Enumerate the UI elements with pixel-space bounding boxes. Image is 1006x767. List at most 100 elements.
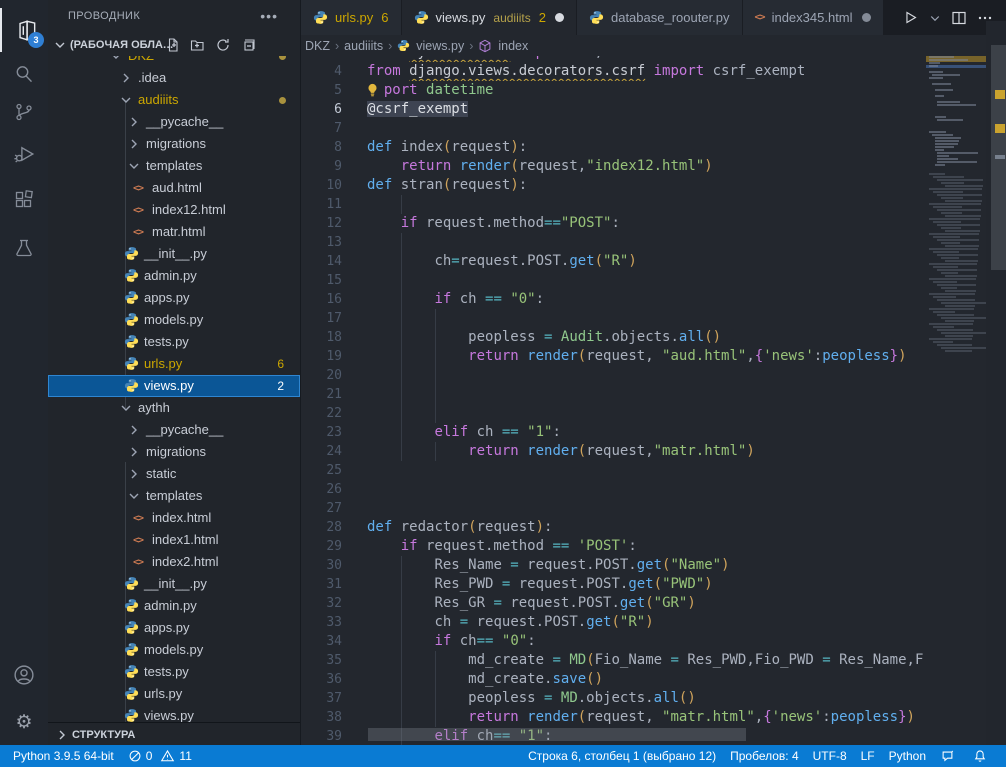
code-line-24[interactable]: 24 return render(request,"matr.html") bbox=[301, 442, 926, 461]
tree-item-__pycache__[interactable]: __pycache__ bbox=[48, 419, 300, 441]
code-line-23[interactable]: 23 elif ch == "1": bbox=[301, 423, 926, 442]
breadcrumb-item[interactable]: DKZ bbox=[305, 39, 330, 53]
tree-item-views.py[interactable]: views.py bbox=[48, 705, 300, 722]
python-interpreter-status[interactable]: Python 3.9.5 64-bit bbox=[6, 745, 121, 767]
settings-gear-icon[interactable]: ⚙ bbox=[0, 700, 48, 744]
code-line-31[interactable]: 31 Res_PWD = request.POST.get("PWD") bbox=[301, 575, 926, 594]
encoding-status[interactable]: UTF-8 bbox=[806, 745, 854, 767]
explorer-more-icon[interactable]: ••• bbox=[260, 8, 278, 24]
code-line-28[interactable]: 28def redactor(request): bbox=[301, 518, 926, 537]
tree-item-index1.html[interactable]: <>index1.html bbox=[48, 529, 300, 551]
code-line-17[interactable]: 17 bbox=[301, 309, 926, 328]
code-line-37[interactable]: 37 peopless = MD.objects.all() bbox=[301, 689, 926, 708]
code-line-19[interactable]: 19 return render(request, "aud.html",{'n… bbox=[301, 347, 926, 366]
code-line-11[interactable]: 11 bbox=[301, 195, 926, 214]
tree-item-tests.py[interactable]: tests.py bbox=[48, 331, 300, 353]
refresh-icon[interactable] bbox=[215, 37, 231, 53]
tree-item-apps.py[interactable]: apps.py bbox=[48, 287, 300, 309]
tree-item-DKZ[interactable]: DKZ bbox=[48, 56, 300, 67]
code-line-16[interactable]: 16 if ch == "0": bbox=[301, 290, 926, 309]
code-line-8[interactable]: 8def index(request): bbox=[301, 138, 926, 157]
code-line-33[interactable]: 33 ch = request.POST.get("R") bbox=[301, 613, 926, 632]
code-line-32[interactable]: 32 Res_GR = request.POST.get("GR") bbox=[301, 594, 926, 613]
tree-item-migrations[interactable]: migrations bbox=[48, 133, 300, 155]
split-editor-icon[interactable] bbox=[951, 10, 967, 26]
run-dropdown-chevron-icon[interactable] bbox=[929, 12, 941, 24]
modified-dot-icon[interactable] bbox=[555, 13, 564, 22]
tree-item-aud.html[interactable]: <>aud.html bbox=[48, 177, 300, 199]
code-line-7[interactable]: 7 bbox=[301, 119, 926, 138]
new-folder-icon[interactable] bbox=[190, 37, 206, 53]
tree-item-models.py[interactable]: models.py bbox=[48, 639, 300, 661]
code-line-18[interactable]: 18 peopless = Audit.objects.all() bbox=[301, 328, 926, 347]
tab-views.py[interactable]: views.pyaudiiits2 bbox=[402, 0, 577, 35]
code-line-14[interactable]: 14 ch=request.POST.get("R") bbox=[301, 252, 926, 271]
code-line-25[interactable]: 25 bbox=[301, 461, 926, 480]
code-line-27[interactable]: 27 bbox=[301, 499, 926, 518]
cursor-position-status[interactable]: Строка 6, столбец 1 (выбрано 12) bbox=[521, 745, 723, 767]
eol-status[interactable]: LF bbox=[854, 745, 882, 767]
minimap[interactable] bbox=[926, 56, 986, 745]
tree-item-.idea[interactable]: .idea bbox=[48, 67, 300, 89]
problems-status[interactable]: 0 11 bbox=[121, 745, 199, 767]
code-line-10[interactable]: 10def stran(request): bbox=[301, 176, 926, 195]
tree-item-admin.py[interactable]: admin.py bbox=[48, 265, 300, 287]
tree-item-__init__.py[interactable]: __init__.py bbox=[48, 243, 300, 265]
code-line-9[interactable]: 9 return render(request,"index12.html") bbox=[301, 157, 926, 176]
language-mode-status[interactable]: Python bbox=[882, 745, 933, 767]
collapse-all-icon[interactable] bbox=[240, 37, 256, 53]
code-line-29[interactable]: 29 if request.method == 'POST': bbox=[301, 537, 926, 556]
breadcrumb-item[interactable]: index bbox=[498, 39, 528, 53]
code-line-15[interactable]: 15 bbox=[301, 271, 926, 290]
code-line-12[interactable]: 12 if request.method=="POST": bbox=[301, 214, 926, 233]
tree-item-tests.py[interactable]: tests.py bbox=[48, 661, 300, 683]
indentation-status[interactable]: Пробелов: 4 bbox=[723, 745, 806, 767]
new-file-icon[interactable] bbox=[165, 37, 181, 53]
tree-item-audiiits[interactable]: audiiits bbox=[48, 89, 300, 111]
run-python-file-button[interactable] bbox=[902, 9, 919, 26]
code-line-21[interactable]: 21 bbox=[301, 385, 926, 404]
tree-item-index.html[interactable]: <>index.html bbox=[48, 507, 300, 529]
source-control-icon[interactable] bbox=[0, 90, 48, 134]
tree-item-admin.py[interactable]: admin.py bbox=[48, 595, 300, 617]
tree-item-apps.py[interactable]: apps.py bbox=[48, 617, 300, 639]
code-line-13[interactable]: 13 bbox=[301, 233, 926, 252]
modified-dot-icon[interactable] bbox=[862, 13, 871, 22]
code-line-5[interactable]: 5import datetime bbox=[301, 81, 926, 100]
tree-item-models.py[interactable]: models.py bbox=[48, 309, 300, 331]
tree-item-templates[interactable]: templates bbox=[48, 155, 300, 177]
tab-urls.py[interactable]: urls.py6 bbox=[301, 0, 402, 35]
explorer-icon[interactable]: 3 bbox=[0, 8, 50, 52]
tree-item-__pycache__[interactable]: __pycache__ bbox=[48, 111, 300, 133]
horizontal-scrollbar[interactable] bbox=[368, 728, 746, 741]
tree-item-migrations[interactable]: migrations bbox=[48, 441, 300, 463]
lightbulb-icon[interactable] bbox=[365, 82, 384, 99]
code-line-30[interactable]: 30 Res_Name = request.POST.get("Name") bbox=[301, 556, 926, 575]
tree-item-templates[interactable]: templates bbox=[48, 485, 300, 507]
tab-index345.html[interactable]: <>index345.html bbox=[743, 0, 884, 35]
account-icon[interactable] bbox=[0, 653, 48, 697]
outline-section-header[interactable]: СТРУКТУРА bbox=[48, 722, 300, 745]
code-line-36[interactable]: 36 md_create.save() bbox=[301, 670, 926, 689]
code-line-22[interactable]: 22 bbox=[301, 404, 926, 423]
code-line-38[interactable]: 38 return render(request, "matr.html",{'… bbox=[301, 708, 926, 727]
code-line-34[interactable]: 34 if ch== "0": bbox=[301, 632, 926, 651]
workspace-section-header[interactable]: (РАБОЧАЯ ОБЛАСТЬ) bbox=[48, 34, 300, 56]
notifications-bell-icon[interactable] bbox=[966, 745, 998, 767]
code-editor[interactable]: 3from aythh.models import MD,Audit4from … bbox=[301, 56, 1006, 745]
code-line-20[interactable]: 20 bbox=[301, 366, 926, 385]
code-line-4[interactable]: 4from django.views.decorators.csrf impor… bbox=[301, 62, 926, 81]
tree-item-aythh[interactable]: aythh bbox=[48, 397, 300, 419]
tree-item-urls.py[interactable]: urls.py bbox=[48, 683, 300, 705]
tree-item-static[interactable]: static bbox=[48, 463, 300, 485]
code-line-26[interactable]: 26 bbox=[301, 480, 926, 499]
breadcrumb-item[interactable]: audiiits bbox=[344, 39, 383, 53]
tree-item-__init__.py[interactable]: __init__.py bbox=[48, 573, 300, 595]
feedback-icon[interactable] bbox=[933, 745, 966, 767]
code-line-6[interactable]: 6@csrf_exempt bbox=[301, 100, 926, 119]
run-debug-icon[interactable] bbox=[0, 132, 48, 176]
tab-database_roouter.py[interactable]: database_roouter.py bbox=[577, 0, 743, 35]
tree-item-index12.html[interactable]: <>index12.html bbox=[48, 199, 300, 221]
breadcrumb-item[interactable]: views.py bbox=[416, 39, 464, 53]
tree-item-matr.html[interactable]: <>matr.html bbox=[48, 221, 300, 243]
